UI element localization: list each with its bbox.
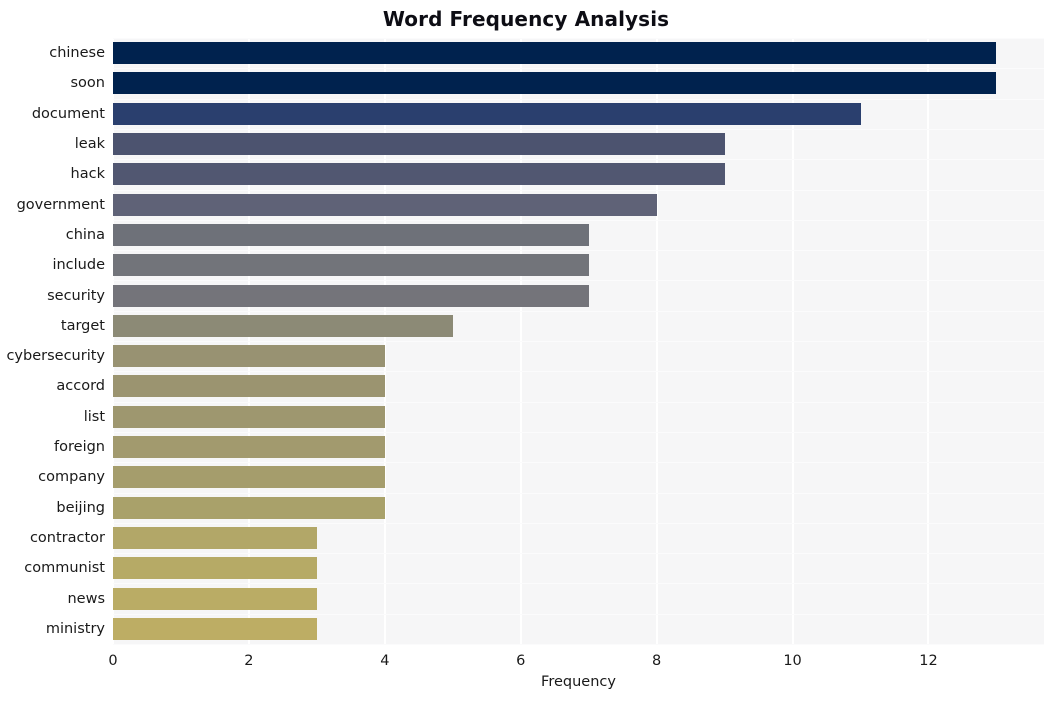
y-tick-label: ministry [45,620,105,637]
y-tick-label: cybersecurity [6,348,105,365]
x-tick-label: 6 [516,653,526,669]
y-tick-label: leak [74,136,105,153]
bar[interactable] [113,314,453,337]
y-tick-label: communist [24,560,105,577]
y-tick-label: contractor [29,529,105,546]
y-tick-label: document [31,105,105,122]
bar[interactable] [113,284,589,307]
bar[interactable] [113,102,861,125]
bar[interactable] [113,405,385,428]
y-axis-labels: chinese soon document leak hack government chi… [0,38,105,644]
y-tick-label: government [16,196,105,213]
bar[interactable] [113,163,725,186]
y-tick-label: hack [70,166,105,183]
x-tick-label: 2 [244,653,254,669]
bar[interactable] [113,496,385,519]
bar[interactable] [113,193,657,216]
y-tick-label: accord [56,378,105,395]
bar[interactable] [113,466,385,489]
y-tick-label: include [52,257,105,274]
bar[interactable] [113,375,385,398]
bar[interactable] [113,526,317,549]
x-tick-label: 0 [108,653,118,669]
bars-layer [113,38,1044,644]
y-tick-label: news [67,590,105,607]
x-axis-ticks: 0 2 4 6 8 10 12 [108,644,1044,674]
x-tick-label: 10 [783,653,802,669]
x-axis-title: Frequency [541,674,616,690]
x-tick-label: 8 [652,653,662,669]
y-tick-label: china [65,226,105,243]
bar[interactable] [113,254,589,277]
bar[interactable] [113,345,385,368]
y-tick-label: list [83,408,105,425]
y-tick-label: security [47,287,105,304]
word-frequency-chart: Word Frequency Analysis chinese soon docum… [0,0,1052,701]
plot-area [112,38,1044,645]
bar[interactable] [113,223,589,246]
y-tick-label: foreign [54,439,105,456]
y-tick-label: soon [70,75,106,92]
bar[interactable] [113,133,725,156]
y-tick-label: company [38,469,105,486]
chart-title: Word Frequency Analysis [382,7,670,31]
bar[interactable] [113,617,317,640]
y-tick-label: target [60,317,105,334]
x-tick-label: 12 [919,653,938,669]
bar[interactable] [113,72,997,95]
bar[interactable] [113,587,317,610]
x-tick-label: 4 [380,653,390,669]
bar[interactable] [113,557,317,580]
bar[interactable] [113,42,997,65]
y-tick-label: beijing [56,499,105,516]
y-tick-label: chinese [49,45,105,62]
bar[interactable] [113,436,385,459]
